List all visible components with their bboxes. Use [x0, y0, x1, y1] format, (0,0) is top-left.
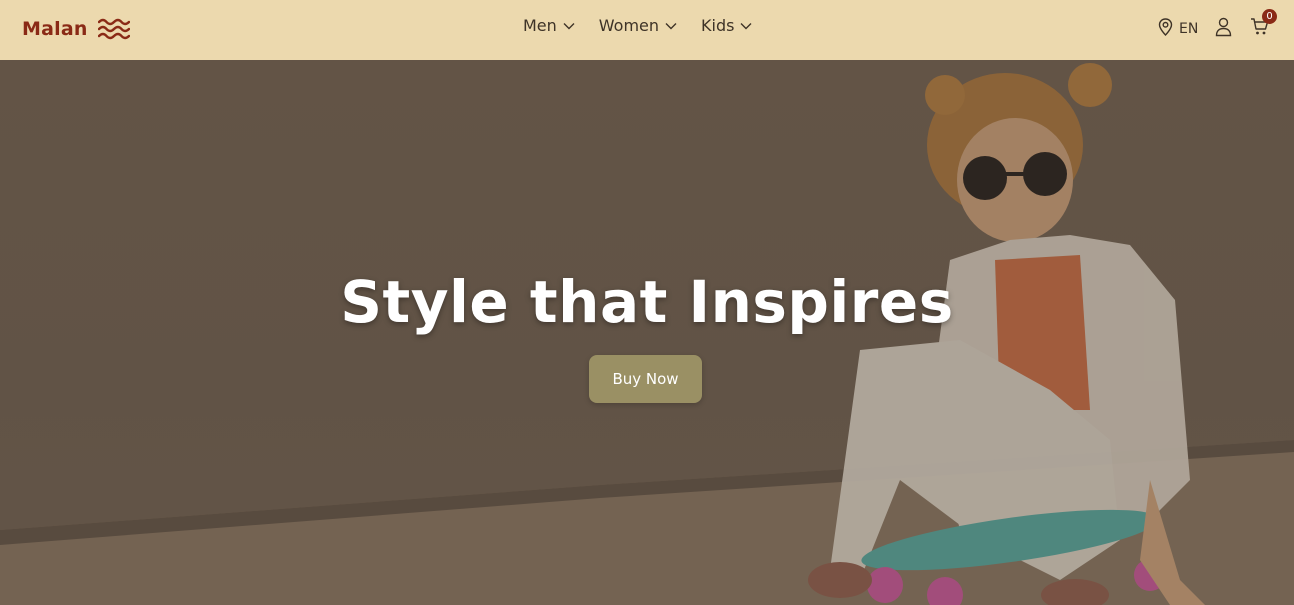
nav-label: Women	[598, 16, 660, 35]
brand-name: Malan	[22, 18, 88, 40]
language-label: EN	[1179, 21, 1199, 37]
nav-item-men[interactable]: Men	[523, 16, 575, 35]
hero-banner: Style that Inspires Buy Now	[0, 60, 1294, 605]
waves-icon	[97, 17, 130, 41]
location-pin-icon	[1158, 18, 1173, 40]
account-button[interactable]	[1215, 17, 1232, 41]
cart-button[interactable]: 0	[1250, 9, 1277, 40]
buy-now-button[interactable]: Buy Now	[589, 355, 702, 403]
nav-item-women[interactable]: Women	[599, 16, 677, 35]
cart-icon	[1250, 18, 1269, 40]
chevron-down-icon	[740, 22, 752, 30]
nav-label: Kids	[701, 16, 735, 35]
main-nav: Men Women Kids	[523, 16, 776, 35]
cart-count-badge: 0	[1262, 9, 1277, 24]
nav-item-kids[interactable]: Kids	[701, 16, 752, 35]
chevron-down-icon	[563, 22, 575, 30]
hero-title: Style that Inspires	[340, 268, 954, 336]
language-selector[interactable]: EN	[1158, 18, 1198, 40]
user-icon	[1215, 17, 1232, 41]
chevron-down-icon	[665, 22, 677, 30]
site-header: Malan Men Women Kids EN 0	[0, 0, 1294, 60]
nav-label: Men	[523, 16, 557, 35]
brand-logo[interactable]: Malan	[22, 14, 130, 44]
